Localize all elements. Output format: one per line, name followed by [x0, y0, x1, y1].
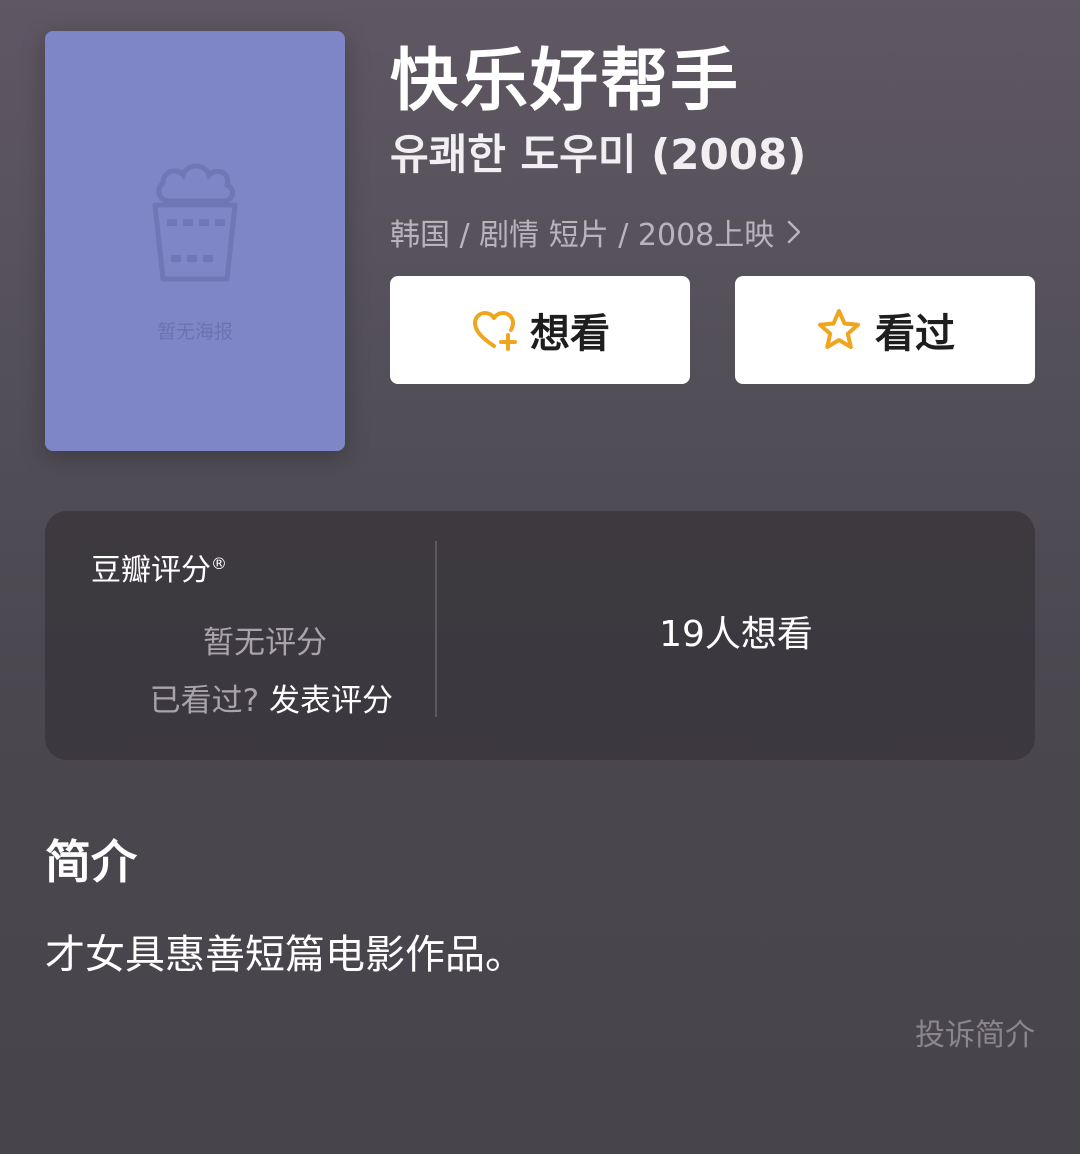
- want-to-watch-label: 想看: [530, 311, 610, 357]
- report-intro-link[interactable]: 投诉简介: [915, 1010, 1035, 1054]
- intro-heading: 简介: [45, 835, 137, 889]
- intro-text: 才女具惠善短篇电影作品。: [45, 932, 525, 978]
- movie-title: 快乐好帮手: [390, 42, 741, 121]
- heart-plus-icon: [473, 311, 517, 351]
- want-to-watch-button[interactable]: 想看: [390, 276, 690, 384]
- star-outline-icon: [818, 309, 860, 349]
- want-count[interactable]: 19人想看: [437, 605, 1035, 657]
- rating-card: 豆瓣评分® 暂无评分 已看过? 发表评分 19人想看: [45, 511, 1035, 760]
- movie-meta-text: 韩国 / 剧情 短片 / 2008上映: [390, 218, 775, 253]
- no-rating-text: 暂无评分: [203, 625, 327, 661]
- movie-poster[interactable]: 暂无海报: [45, 31, 345, 451]
- rate-prompt: 已看过? 发表评分: [150, 675, 393, 720]
- chevron-right-icon: [788, 220, 801, 244]
- watched-label: 看过: [875, 311, 955, 357]
- douban-rating-label: 豆瓣评分®: [91, 553, 227, 588]
- poster-placeholder-text: 暂无海报: [156, 321, 233, 343]
- popcorn-bucket-icon: [152, 163, 238, 282]
- post-rating-link[interactable]: 发表评分: [269, 683, 393, 719]
- watched-button[interactable]: 看过: [735, 276, 1035, 384]
- original-title: 유쾌한 도우미 (2008): [390, 130, 807, 179]
- movie-meta-link[interactable]: 韩国 / 剧情 短片 / 2008上映: [390, 210, 802, 254]
- seen-question: 已看过?: [149, 683, 260, 719]
